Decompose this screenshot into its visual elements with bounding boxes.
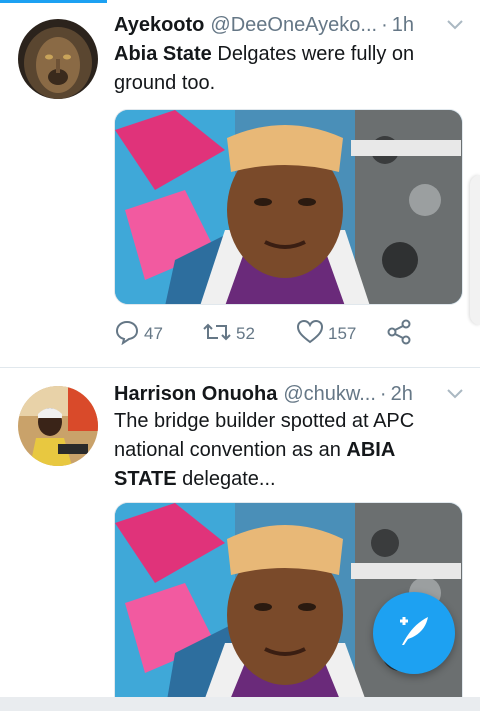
tweet-item[interactable]: Ayekooto @DeeOneAyeko... · 1h Abia State… bbox=[0, 0, 480, 368]
compose-tweet-button[interactable] bbox=[373, 592, 455, 674]
tweet-photo[interactable] bbox=[114, 109, 463, 305]
separator-dot: · bbox=[381, 13, 388, 36]
tweet-actions: 47 52 157 bbox=[114, 318, 434, 350]
share-icon bbox=[386, 319, 416, 350]
tweet-header: Ayekooto @DeeOneAyeko... · 1h bbox=[114, 10, 466, 40]
like-count: 157 bbox=[328, 324, 357, 343]
display-name[interactable]: Harrison Onuoha bbox=[114, 383, 277, 406]
avatar[interactable] bbox=[18, 386, 98, 466]
user-handle[interactable]: @DeeOneAyeko... bbox=[210, 14, 377, 37]
tweet-text-bold: Abia State bbox=[114, 43, 212, 65]
retweet-count: 52 bbox=[236, 324, 255, 343]
separator-dot: · bbox=[379, 382, 387, 405]
display-name[interactable]: Ayekooto bbox=[114, 14, 204, 37]
reply-icon bbox=[114, 319, 144, 350]
bottom-bar bbox=[0, 697, 480, 711]
chevron-down-icon[interactable] bbox=[444, 383, 466, 405]
like-icon bbox=[296, 319, 328, 350]
avatar[interactable] bbox=[18, 19, 98, 99]
chevron-down-icon[interactable] bbox=[444, 14, 466, 36]
retweet-icon bbox=[202, 319, 236, 350]
compose-tweet-icon bbox=[394, 611, 434, 656]
reply-button[interactable]: 47 bbox=[114, 318, 163, 350]
user-handle[interactable]: @chukw... bbox=[283, 383, 376, 406]
reply-count: 47 bbox=[144, 324, 163, 343]
share-button[interactable] bbox=[386, 318, 416, 350]
retweet-button[interactable]: 52 bbox=[202, 318, 255, 350]
tweet-header: Harrison Onuoha @chukw... · 2h bbox=[114, 379, 466, 409]
like-button[interactable]: 157 bbox=[296, 318, 356, 350]
timestamp: 1h bbox=[391, 13, 415, 36]
tweet-divider bbox=[0, 367, 480, 368]
tweet-text: Abia State Delgates were fully on ground… bbox=[114, 40, 460, 98]
tweet-text: The bridge builder spotted at APC nation… bbox=[114, 407, 460, 494]
scrollbar-edge[interactable] bbox=[470, 175, 480, 325]
tweet-text-post: delegate... bbox=[176, 468, 276, 490]
timestamp: 2h bbox=[390, 382, 413, 405]
